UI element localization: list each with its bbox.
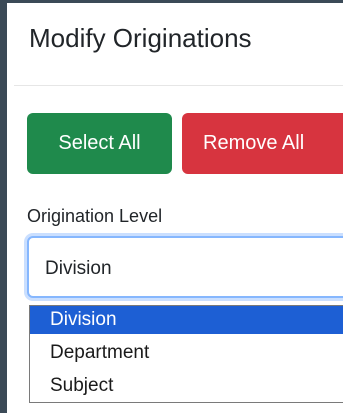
origination-level-label: Origination Level bbox=[27, 206, 163, 226]
option-subject[interactable]: Subject bbox=[30, 372, 343, 400]
select-current-value: Division bbox=[45, 258, 112, 279]
modal-window: Modify Originations Select All Remove Al… bbox=[0, 0, 343, 413]
select-all-button[interactable]: Select All bbox=[27, 113, 172, 174]
option-department[interactable]: Department bbox=[30, 339, 343, 367]
option-division[interactable]: Division bbox=[30, 306, 343, 334]
modal-header: Modify Originations bbox=[14, 6, 343, 86]
origination-level-select[interactable]: Division bbox=[27, 236, 343, 298]
remove-all-button[interactable]: Remove All bbox=[182, 113, 343, 174]
origination-level-options: Division Department Subject bbox=[29, 305, 343, 403]
modal-title: Modify Originations bbox=[29, 23, 252, 53]
